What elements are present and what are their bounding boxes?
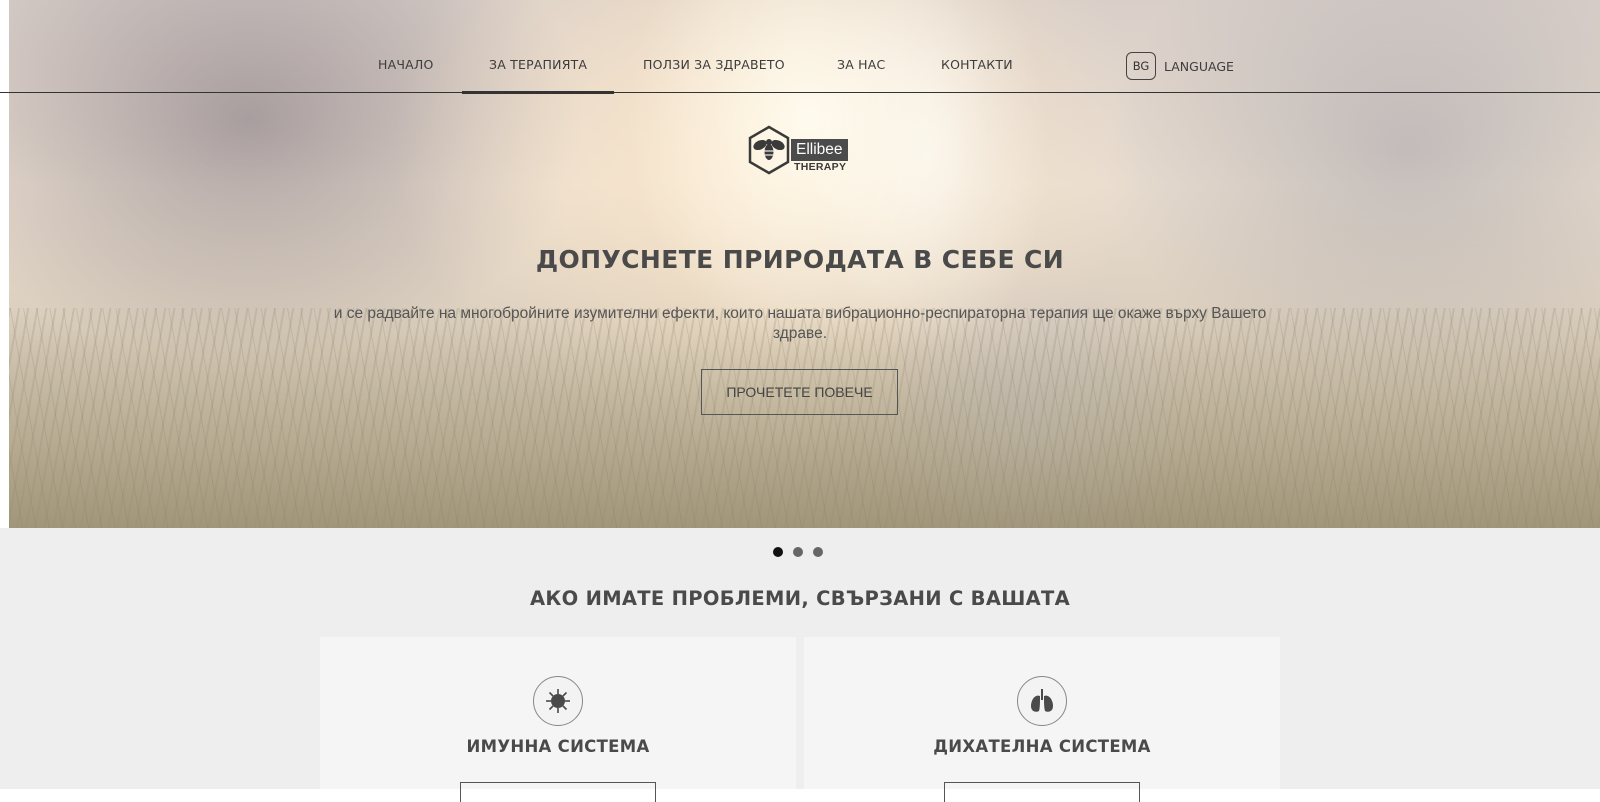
card-respiratory-system[interactable]: ДИХАТЕЛНА СИСТЕМА (804, 637, 1280, 802)
virus-icon (533, 676, 583, 726)
nav-item-therapy[interactable]: ЗА ТЕРАПИЯТА (461, 57, 615, 94)
lungs-icon (1017, 676, 1067, 726)
carousel-dot-1[interactable] (773, 547, 783, 557)
nav-item-contacts[interactable]: КОНТАКТИ (941, 57, 1013, 93)
card-button[interactable] (944, 782, 1140, 802)
card-immune-system[interactable]: ИМУННА СИСТЕМА (320, 637, 796, 802)
card-title: ДИХАТЕЛНА СИСТЕМА (933, 737, 1151, 756)
card-button[interactable] (460, 782, 656, 802)
language-badge: BG (1126, 52, 1156, 80)
main-nav: НАЧАЛО ЗА ТЕРАПИЯТА ПОЛЗИ ЗА ЗДРАВЕТО ЗА… (0, 0, 1600, 94)
carousel-dot-3[interactable] (813, 547, 823, 557)
problems-section (0, 528, 1600, 789)
carousel-dots (773, 547, 823, 557)
nav-item-health-benefits[interactable]: ПОЛЗИ ЗА ЗДРАВЕТО (643, 57, 785, 93)
logo-name: Ellibee (791, 139, 848, 161)
hero-text: и се радвайте на многобройните изумителн… (333, 305, 1267, 342)
logo[interactable]: Ellibee THERAPY (747, 125, 857, 177)
section-title: АКО ИМАТЕ ПРОБЛЕМИ, СВЪРЗАНИ С ВАШАТА (530, 587, 1070, 610)
language-selector[interactable]: BG LANGUAGE (1126, 51, 1234, 81)
nav-divider (0, 92, 1600, 93)
nav-item-home[interactable]: НАЧАЛО (378, 57, 434, 93)
language-label: LANGUAGE (1164, 58, 1234, 74)
hero-title: ДОПУСНЕТЕ ПРИРОДАТА В СЕБЕ СИ (535, 245, 1065, 274)
card-title: ИМУННА СИСТЕМА (466, 737, 650, 756)
nav-item-about[interactable]: ЗА НАС (837, 57, 885, 93)
read-more-button[interactable]: ПРОЧЕТЕТЕ ПОВЕЧЕ (701, 369, 898, 415)
logo-subtitle: THERAPY (794, 161, 847, 173)
bee-hexagon-icon (748, 125, 790, 175)
page: НАЧАЛО ЗА ТЕРАПИЯТА ПОЛЗИ ЗА ЗДРАВЕТО ЗА… (0, 0, 1600, 802)
carousel-dot-2[interactable] (793, 547, 803, 557)
